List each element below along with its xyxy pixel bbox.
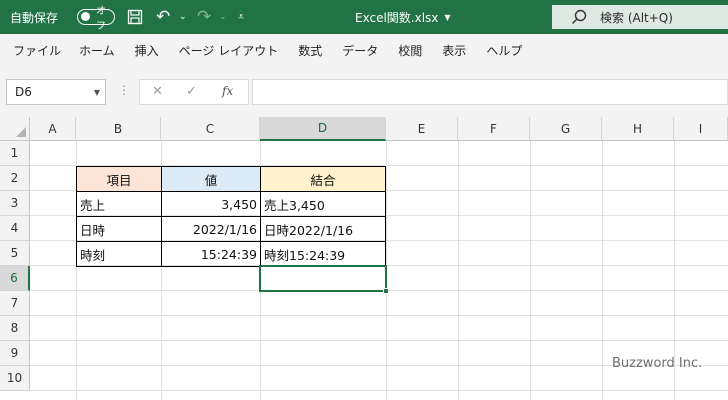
formula-bar: D6 ▼ ⋮ ✕ ✓ fx: [0, 77, 728, 108]
row-header-2[interactable]: 2: [0, 166, 30, 191]
gridline: [30, 315, 728, 316]
redo-icon[interactable]: ↷: [197, 0, 211, 34]
column-header-a[interactable]: A: [30, 117, 76, 141]
row-header-5[interactable]: 5: [0, 241, 30, 266]
check-icon[interactable]: ✓: [186, 84, 197, 99]
cell-c2-header[interactable]: 値: [161, 166, 261, 192]
watermark-text: Buzzword Inc.: [612, 356, 703, 371]
undo-dropdown-icon[interactable]: ⌄: [179, 0, 187, 34]
tab-home[interactable]: ホーム: [72, 42, 122, 59]
redo-dropdown-icon[interactable]: ⌄: [219, 0, 227, 34]
select-all-icon: [16, 127, 26, 137]
row-header-8[interactable]: 8: [0, 316, 30, 341]
search-box[interactable]: 検索 (Alt+Q): [552, 5, 728, 29]
tab-view[interactable]: 表示: [435, 42, 473, 59]
cell-b5[interactable]: 時刻: [76, 241, 162, 267]
autosave-label: 自動保存: [10, 10, 59, 25]
insert-function-icon[interactable]: fx: [222, 84, 233, 98]
tab-data[interactable]: データ: [335, 42, 385, 59]
formula-spacer: [0, 108, 728, 117]
gridline: [30, 340, 728, 341]
name-box-value: D6: [15, 85, 32, 99]
cancel-icon[interactable]: ✕: [152, 84, 163, 99]
gridline: [602, 141, 603, 400]
row-header-1[interactable]: 1: [0, 141, 30, 166]
row-header-7[interactable]: 7: [0, 291, 30, 316]
chevron-down-icon[interactable]: ▼: [94, 88, 100, 97]
cell-c3[interactable]: 3,450: [161, 191, 261, 217]
column-header-b[interactable]: B: [76, 117, 161, 141]
row-header-4[interactable]: 4: [0, 216, 30, 241]
cell-c5[interactable]: 15:24:39: [161, 241, 261, 267]
tab-insert[interactable]: 挿入: [128, 42, 166, 59]
cell-b4[interactable]: 日時: [76, 216, 162, 242]
row-header-3[interactable]: 3: [0, 191, 30, 216]
document-title[interactable]: Excel関数.xlsx ▼: [355, 0, 451, 34]
row-header-6[interactable]: 6: [0, 266, 30, 291]
toggle-knob: [81, 12, 90, 21]
cell-d4[interactable]: 日時2022/1/16: [260, 216, 386, 242]
selected-cell-d6[interactable]: [259, 265, 387, 292]
column-header-g[interactable]: G: [530, 117, 602, 141]
column-header-c[interactable]: C: [161, 117, 260, 141]
column-header-i[interactable]: I: [674, 117, 728, 141]
tab-formulas[interactable]: 数式: [291, 42, 329, 59]
row-header-10[interactable]: 10: [0, 366, 30, 391]
cell-c4[interactable]: 2022/1/16: [161, 216, 261, 242]
customize-toolbar-icon[interactable]: ⩡: [238, 0, 244, 34]
undo-icon[interactable]: ↶: [156, 0, 170, 34]
gridline: [30, 390, 728, 391]
cell-d5[interactable]: 時刻15:24:39: [260, 241, 386, 267]
file-name: Excel関数.xlsx: [355, 10, 439, 25]
cell-d2-header[interactable]: 結合: [260, 166, 386, 192]
formula-buttons: ✕ ✓ fx: [139, 79, 249, 105]
name-box[interactable]: D6 ▼: [6, 79, 106, 105]
gridline: [530, 141, 531, 400]
select-all-button[interactable]: [0, 117, 30, 141]
row-header-9[interactable]: 9: [0, 341, 30, 366]
cell-b3[interactable]: 売上: [76, 191, 162, 217]
save-icon[interactable]: [127, 0, 143, 34]
autosave-state: オフ: [96, 6, 106, 32]
column-header-h[interactable]: H: [602, 117, 674, 141]
more-options-icon[interactable]: ⋮: [118, 83, 130, 97]
tab-review[interactable]: 校閲: [391, 42, 429, 59]
ribbon-tabs: ファイル ホーム 挿入 ページ レイアウト 数式 データ 校閲 表示 ヘルプ: [0, 34, 728, 67]
column-header-d[interactable]: D: [260, 117, 386, 141]
tab-help[interactable]: ヘルプ: [479, 42, 529, 59]
fill-handle[interactable]: [383, 288, 389, 294]
chevron-down-icon: ▼: [444, 12, 451, 22]
tab-file[interactable]: ファイル: [6, 42, 68, 59]
column-header-f[interactable]: F: [458, 117, 530, 141]
search-icon: [572, 9, 587, 24]
ribbon-spacer: [0, 67, 728, 77]
formula-input[interactable]: [252, 79, 728, 105]
cell-d3[interactable]: 売上3,450: [260, 191, 386, 217]
title-bar: 自動保存 オフ ↶ ⌄ ↷ ⌄ ⩡ Excel関数.xlsx ▼ 検索 (Alt…: [0, 0, 728, 34]
search-placeholder: 検索 (Alt+Q): [600, 10, 673, 25]
gridline: [458, 141, 459, 400]
autosave-toggle[interactable]: オフ: [77, 6, 115, 32]
column-header-e[interactable]: E: [386, 117, 458, 141]
cell-b2-header[interactable]: 項目: [76, 166, 162, 192]
tab-page-layout[interactable]: ページ レイアウト: [172, 42, 286, 59]
